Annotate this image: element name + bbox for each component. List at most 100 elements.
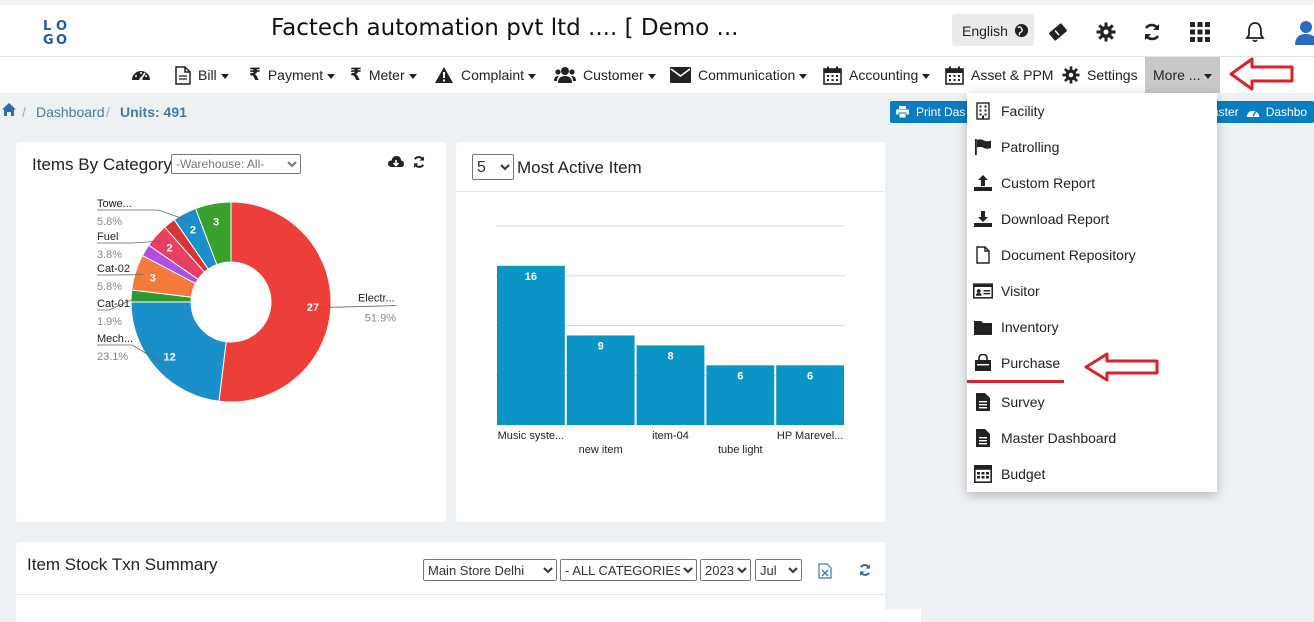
ticket-icon[interactable]: [1046, 20, 1070, 44]
bar-value-label: 6: [737, 370, 743, 382]
pie-leader-line: [322, 305, 397, 308]
breadcrumb-units: Units: 491: [120, 104, 187, 120]
slice-value-label: 3: [150, 273, 156, 285]
caret-down-icon: [647, 73, 656, 79]
purchase-highlight-underline: [967, 380, 1064, 383]
nav-accounting[interactable]: Accounting: [823, 57, 931, 93]
store-select[interactable]: Main Store Delhi: [423, 559, 557, 581]
nav-meter[interactable]: ₹ Meter: [350, 57, 417, 93]
users-icon: [554, 66, 576, 84]
download-icon: [973, 211, 993, 227]
nav-payment[interactable]: ₹ Payment: [249, 57, 336, 93]
annotation-arrow-more: [1229, 57, 1294, 91]
nav-complaint[interactable]: Complaint: [434, 57, 537, 93]
refresh-icon[interactable]: [858, 563, 872, 582]
caret-down-icon: [528, 73, 537, 79]
user-avatar-icon[interactable]: [1294, 20, 1314, 45]
nav-customer-label: Customer: [583, 67, 644, 83]
nav-more-label: More ...: [1153, 67, 1201, 83]
menu-item-visitor[interactable]: Visitor: [973, 273, 1040, 309]
most-active-item-card: 5 Most Active Item 16 Music syste... 9 new …: [456, 142, 885, 522]
slice-value-label: 27: [307, 302, 319, 314]
breadcrumb-separator: /: [106, 104, 110, 120]
refresh-icon[interactable]: [412, 155, 426, 174]
cloud-download-icon[interactable]: [388, 155, 404, 174]
id-card-icon: [973, 283, 993, 299]
company-logo[interactable]: L O G O: [42, 18, 72, 48]
master-dashboard-button[interactable]: aster Dashbo: [1210, 101, 1314, 123]
envelope-icon: [670, 67, 691, 83]
bar-value-label: 9: [598, 340, 604, 352]
nav-customer[interactable]: Customer: [554, 57, 656, 93]
menu-item-document-repository[interactable]: Document Repository: [973, 237, 1136, 273]
home-icon[interactable]: [1, 102, 17, 120]
bell-icon[interactable]: [1243, 20, 1267, 44]
flag-icon: [973, 139, 993, 155]
apps-grid-icon[interactable]: [1188, 20, 1212, 44]
menu-item-survey[interactable]: Survey: [973, 384, 1045, 420]
svg-text:L: L: [43, 19, 52, 34]
building-icon: [973, 102, 993, 120]
caret-down-icon: [922, 73, 931, 79]
nav-communication[interactable]: Communication: [670, 57, 808, 93]
menu-item-patrolling[interactable]: Patrolling: [973, 129, 1059, 165]
menu-item-purchase-label: Purchase: [1001, 355, 1061, 371]
rupee-icon: ₹: [350, 65, 362, 85]
pie-percent-label: 5.8%: [97, 216, 122, 228]
month-select[interactable]: Jul: [755, 559, 802, 581]
pie-category-label: Fuel: [97, 231, 118, 243]
menu-item-download-report[interactable]: Download Report: [973, 201, 1109, 237]
menu-item-custom-report[interactable]: Custom Report: [973, 165, 1095, 201]
excel-export-icon[interactable]: [818, 563, 832, 584]
x-tick-label: new item: [579, 444, 623, 456]
pie-percent-label: 3.8%: [97, 249, 122, 261]
items-by-category-title: Items By Category: [32, 155, 172, 174]
top-count-select[interactable]: 5: [472, 154, 514, 180]
bar: [497, 265, 565, 425]
menu-item-master-dashboard[interactable]: Master Dashboard: [973, 420, 1116, 456]
year-select[interactable]: 2023: [700, 559, 751, 581]
x-tick-label: item-04: [652, 430, 689, 442]
print-dashboard-button[interactable]: Print Das: [890, 101, 970, 123]
menu-item-facility[interactable]: Facility: [973, 93, 1045, 129]
dashboard-nav-icon[interactable]: [131, 57, 151, 93]
pie-category-label: Cat-02: [97, 263, 130, 275]
breadcrumb-separator: /: [22, 104, 26, 120]
breadcrumb-dashboard[interactable]: Dashboard: [36, 104, 105, 120]
dashboard-label: Dashbo: [1265, 105, 1308, 119]
bar-value-label: 8: [667, 350, 673, 362]
menu-item-survey-label: Survey: [1001, 394, 1045, 410]
scroll-region: [885, 609, 921, 622]
refresh-icon[interactable]: [1140, 20, 1164, 44]
gear-icon[interactable]: [1094, 20, 1118, 44]
nav-settings-label: Settings: [1087, 67, 1138, 83]
most-active-item-chart: 16 Music syste... 9 new item 8 item-04 6 tube l…: [496, 225, 845, 456]
slice-value-label: 2: [167, 243, 173, 255]
menu-item-budget[interactable]: Budget: [973, 456, 1045, 492]
caret-down-icon: [408, 73, 417, 79]
card-divider: [456, 191, 885, 192]
calculator-icon: [973, 465, 993, 483]
caret-down-icon: [220, 73, 229, 79]
nav-settings[interactable]: Settings: [1062, 57, 1138, 93]
globe-icon: [1014, 23, 1029, 41]
category-select[interactable]: - ALL CATEGORIES -: [560, 559, 697, 581]
dashboard-gauge-icon: [1246, 107, 1260, 118]
warning-icon: [434, 66, 454, 84]
menu-item-download-report-label: Download Report: [1001, 211, 1110, 227]
nav-more[interactable]: More ...: [1145, 57, 1221, 93]
nav-asset-ppm[interactable]: Asset & PPM: [945, 57, 1053, 93]
caret-down-icon: [327, 73, 336, 79]
menu-item-inventory[interactable]: Inventory: [973, 309, 1059, 345]
gear-icon: [1062, 66, 1080, 84]
language-selector[interactable]: English: [952, 14, 1034, 46]
main-nav: Bill ₹ Payment ₹ Meter Complaint Custome…: [0, 57, 1314, 93]
file-text-icon: [973, 393, 993, 411]
nav-bill[interactable]: Bill: [175, 57, 229, 93]
pie-category-label: Towe...: [97, 198, 132, 210]
slice-value-label: 12: [163, 351, 175, 363]
warehouse-filter-select[interactable]: -Warehouse: All-: [171, 154, 301, 174]
pie-percent-label: 1.9%: [97, 316, 122, 328]
menu-item-purchase[interactable]: Purchase: [973, 345, 1060, 381]
items-by-category-chart: 27 12 3 2 2 3 Towe... 5.8% Fuel 3.8% Cat-02 5.8% Cat…: [97, 198, 397, 403]
